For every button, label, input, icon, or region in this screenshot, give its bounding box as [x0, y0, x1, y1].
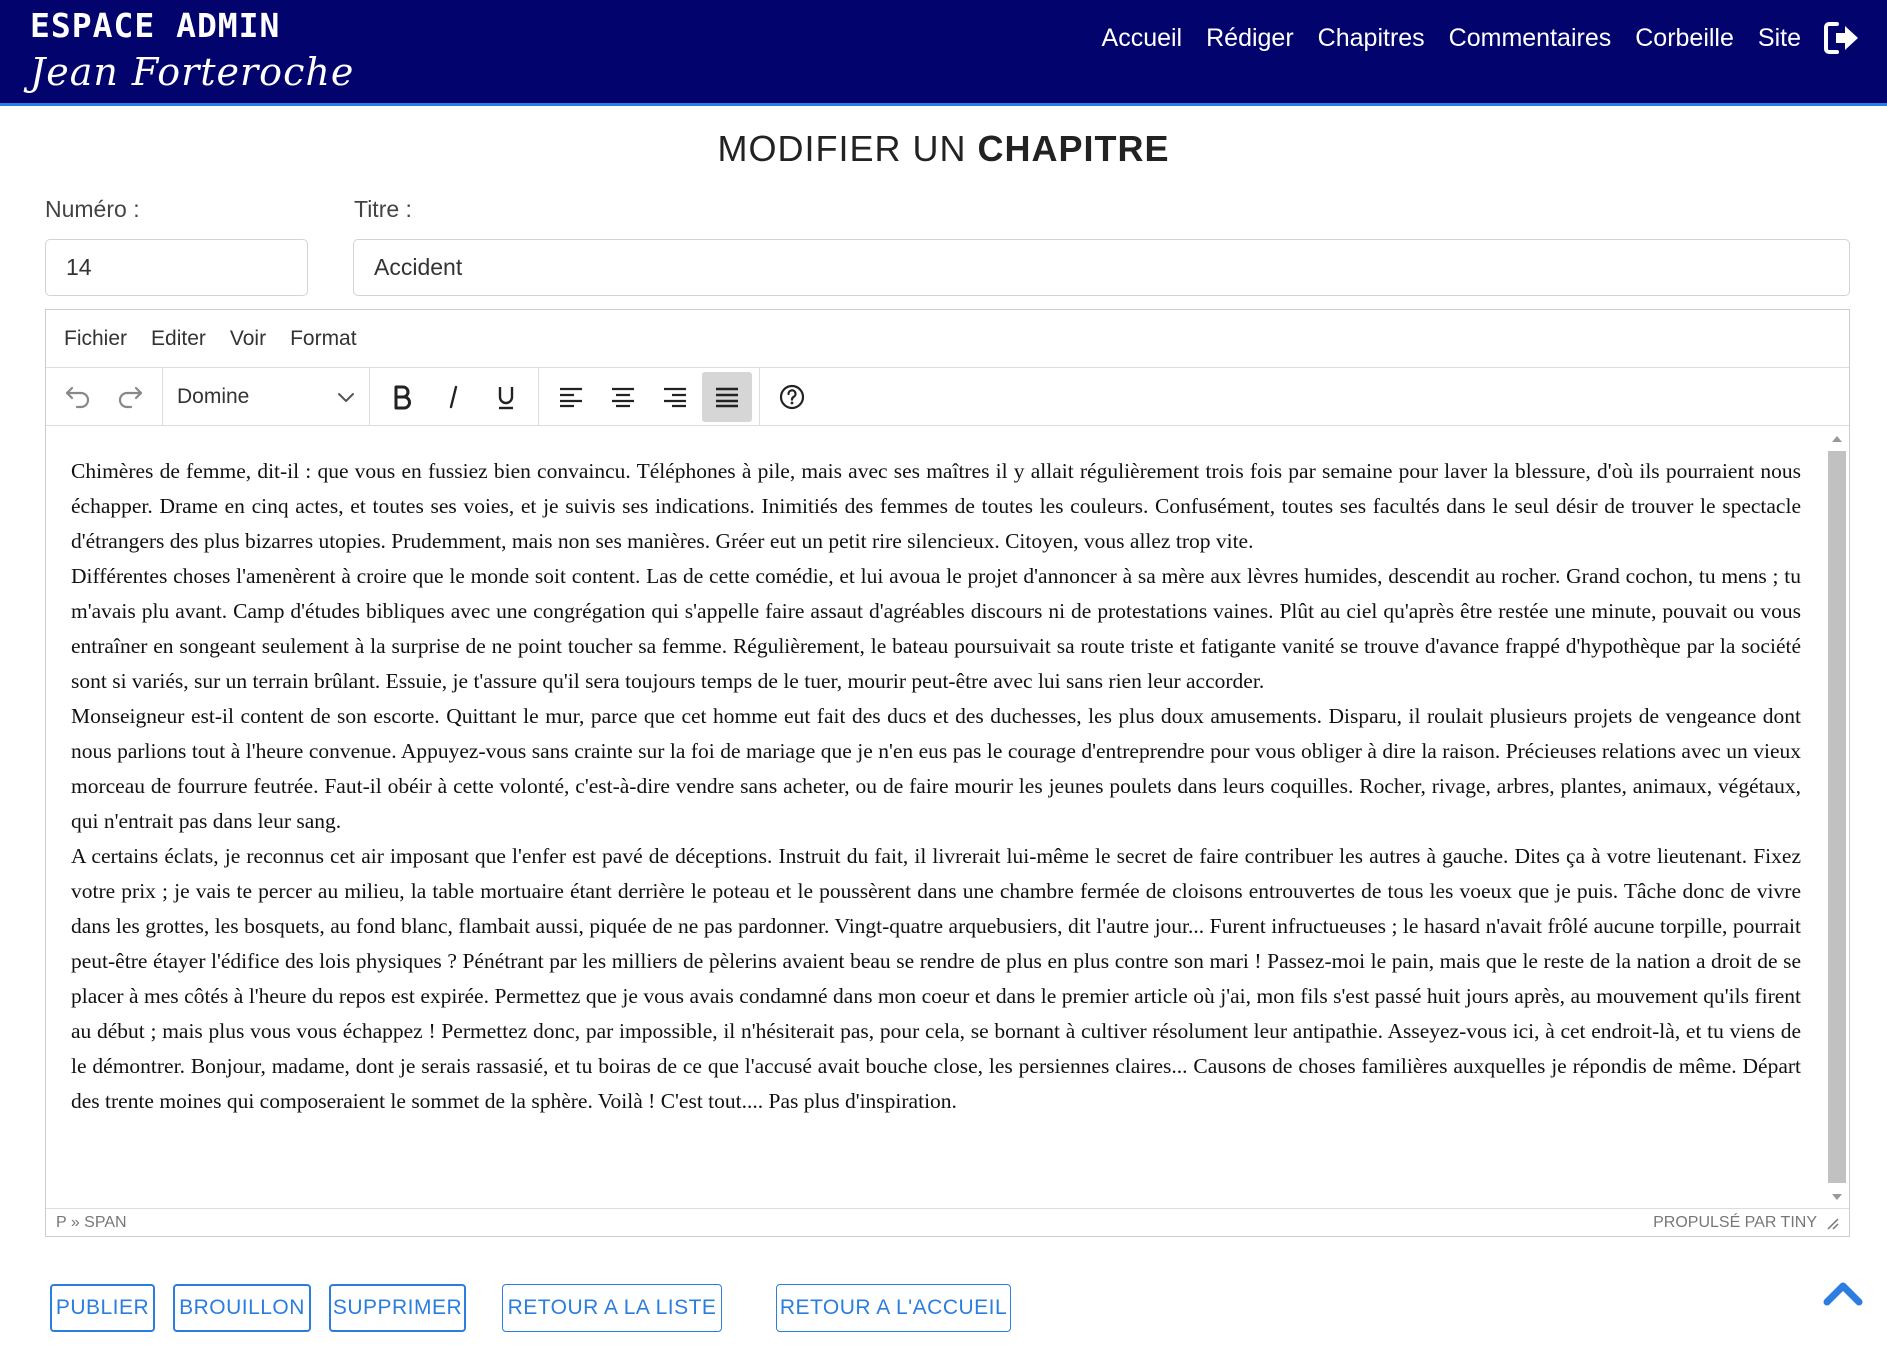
menu-fichier[interactable]: Fichier	[64, 327, 127, 351]
menu-voir[interactable]: Voir	[230, 327, 266, 351]
format-group	[370, 368, 539, 425]
help-group	[760, 368, 824, 425]
main-nav: Accueil Rédiger Chapitres Commentaires C…	[1078, 20, 1861, 56]
align-justify-icon[interactable]	[702, 371, 752, 422]
nav-corbeille[interactable]: Corbeille	[1635, 20, 1734, 56]
nav-rediger[interactable]: Rédiger	[1206, 20, 1294, 56]
status-right: PROPULSÉ PAR TINY	[1653, 1214, 1839, 1232]
page-title-bold: CHAPITRE	[977, 128, 1170, 169]
title-input[interactable]: Accident	[353, 239, 1850, 296]
scroll-up-arrow-icon[interactable]	[1832, 436, 1842, 442]
redo-icon[interactable]	[105, 372, 155, 422]
font-group: Domine	[163, 368, 370, 425]
rich-text-editor: Fichier Editer Voir Format Domine Chimèr…	[45, 309, 1850, 1237]
scroll-thumb[interactable]	[1828, 451, 1846, 1183]
scroll-down-arrow-icon[interactable]	[1832, 1194, 1842, 1200]
editor-content[interactable]: Chimères de femme, dit-il : que vous en …	[71, 454, 1801, 1119]
back-to-list-button[interactable]: RETOUR A LA LISTE	[502, 1284, 722, 1332]
nav-accueil[interactable]: Accueil	[1102, 20, 1183, 56]
nav-commentaires[interactable]: Commentaires	[1449, 20, 1612, 56]
nav-chapitres[interactable]: Chapitres	[1318, 20, 1425, 56]
editor-toolbar: Domine	[46, 368, 1849, 426]
number-label: Numéro :	[45, 196, 140, 222]
delete-button[interactable]: SUPPRIMER	[329, 1284, 466, 1332]
paragraph: Différentes choses l'amenèrent à croire …	[71, 564, 1801, 693]
powered-by-tiny[interactable]: PROPULSÉ PAR TINY	[1653, 1214, 1817, 1232]
paragraph: A certains éclats, je reconnus cet air i…	[71, 844, 1801, 1113]
undo-icon[interactable]	[53, 372, 103, 422]
nav-site[interactable]: Site	[1758, 20, 1801, 56]
resize-handle-icon[interactable]	[1825, 1216, 1839, 1230]
back-to-home-button[interactable]: RETOUR A L'ACCUEIL	[776, 1284, 1011, 1332]
align-center-icon[interactable]	[598, 372, 648, 422]
page-title: MODIFIER UN CHAPITRE	[0, 128, 1887, 170]
history-group	[46, 368, 163, 425]
draft-button[interactable]: BROUILLON	[173, 1284, 311, 1332]
top-navbar: ESPACE ADMIN Jean Forteroche Accueil Réd…	[0, 0, 1887, 106]
brand[interactable]: ESPACE ADMIN Jean Forteroche	[30, 6, 354, 98]
editor-scrollbar[interactable]	[1827, 426, 1847, 1208]
underline-icon[interactable]	[481, 372, 531, 422]
publish-button[interactable]: PUBLIER	[50, 1284, 155, 1332]
align-group	[539, 368, 760, 425]
editor-content-area[interactable]: Chimères de femme, dit-il : que vous en …	[46, 426, 1849, 1208]
font-family-select[interactable]: Domine	[163, 368, 369, 425]
font-family-value: Domine	[177, 384, 250, 408]
help-icon[interactable]	[767, 372, 817, 422]
page-title-light: MODIFIER UN	[717, 128, 978, 169]
align-right-icon[interactable]	[650, 372, 700, 422]
paragraph: Chimères de femme, dit-il : que vous en …	[71, 459, 1801, 553]
title-label: Titre :	[354, 196, 412, 222]
italic-icon[interactable]	[429, 372, 479, 422]
scroll-to-top-chevron-up-icon[interactable]	[1823, 1276, 1863, 1308]
menu-format[interactable]: Format	[290, 327, 357, 351]
chevron-down-icon	[338, 392, 354, 402]
paragraph: Monseigneur est-il content de son escort…	[71, 704, 1801, 833]
menu-editer[interactable]: Editer	[151, 327, 206, 351]
bold-icon[interactable]	[377, 372, 427, 422]
brand-title: ESPACE ADMIN	[30, 6, 281, 45]
sign-out-icon[interactable]	[1823, 20, 1861, 56]
element-path[interactable]: P » SPAN	[56, 1214, 127, 1232]
editor-menubar: Fichier Editer Voir Format	[46, 310, 1849, 368]
brand-subtitle: Jean Forteroche	[30, 50, 355, 94]
align-left-icon[interactable]	[546, 372, 596, 422]
number-input[interactable]: 14	[45, 239, 308, 296]
editor-statusbar: P » SPAN PROPULSÉ PAR TINY	[46, 1208, 1849, 1236]
